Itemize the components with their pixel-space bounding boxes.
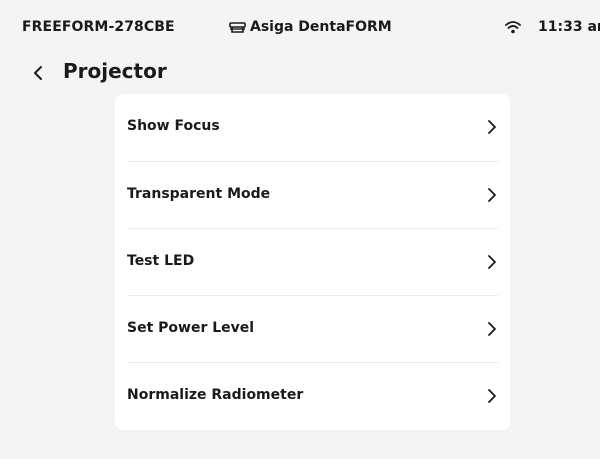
menu-item-label: Normalize Radiometer [127, 387, 304, 403]
menu-item-show-focus[interactable]: Show Focus [127, 94, 498, 161]
chevron-right-icon [488, 389, 496, 403]
page-title: Projector [63, 59, 167, 83]
device-id: FREEFORM-278CBE [22, 19, 175, 35]
wifi-icon [505, 21, 521, 34]
chevron-left-icon [34, 66, 42, 80]
menu-item-normalize-radiometer[interactable]: Normalize Radiometer [127, 362, 498, 430]
chevron-right-icon [488, 255, 496, 269]
menu-item-label: Test LED [127, 253, 195, 269]
chevron-right-icon [488, 120, 496, 134]
chevron-right-icon [488, 188, 496, 202]
back-button[interactable] [27, 61, 49, 85]
menu-item-label: Transparent Mode [127, 186, 271, 202]
status-bar: FREEFORM-278CBE Asiga DentaFORM 11:33 am [0, 0, 600, 58]
printer-icon [229, 21, 246, 33]
clock: 11:33 am [538, 19, 600, 35]
menu-item-test-led[interactable]: Test LED [127, 228, 498, 296]
printer-model: Asiga DentaFORM [229, 19, 392, 35]
chevron-right-icon [488, 322, 496, 336]
menu-item-set-power-level[interactable]: Set Power Level [127, 295, 498, 363]
menu-item-transparent-mode[interactable]: Transparent Mode [127, 161, 498, 229]
header: Projector [0, 58, 600, 88]
projector-menu: Show Focus Transparent Mode Test LED Set… [115, 94, 510, 430]
printer-model-label: Asiga DentaFORM [250, 19, 392, 35]
menu-item-label: Show Focus [127, 118, 220, 134]
menu-item-label: Set Power Level [127, 320, 255, 336]
